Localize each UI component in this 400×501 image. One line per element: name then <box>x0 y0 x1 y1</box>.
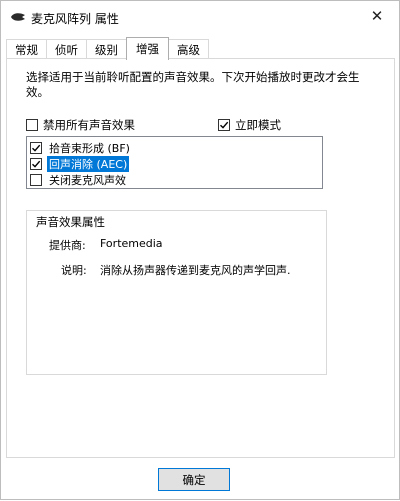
group-title: 声音效果属性 <box>36 215 105 229</box>
provider-label: 提供商: <box>49 239 86 252</box>
effect-label: 拾音束形成 (BF) <box>49 141 130 155</box>
checkbox-checked-icon[interactable] <box>30 157 42 170</box>
tab-advanced[interactable]: 高级 <box>168 39 209 59</box>
effect-label: 回声消除 (AEC) <box>47 155 130 172</box>
disable-all-checkbox[interactable]: 禁用所有声音效果 <box>26 117 135 133</box>
tab-general[interactable]: 常规 <box>6 39 47 59</box>
tab-levels[interactable]: 级别 <box>86 39 127 59</box>
checkbox-checked-icon <box>218 119 230 131</box>
effect-item-beamforming[interactable]: 拾音束形成 (BF) <box>30 140 132 155</box>
window-title: 麦克风阵列 属性 <box>31 12 119 26</box>
microphone-app-icon <box>11 13 25 21</box>
dialog-buttons: 确定 <box>1 463 400 501</box>
provider-value: Fortemedia <box>100 237 163 250</box>
immediate-mode-label: 立即模式 <box>235 118 281 132</box>
immediate-mode-checkbox[interactable]: 立即模式 <box>218 117 281 133</box>
ok-button[interactable]: 确定 <box>158 468 230 491</box>
effects-list: 拾音束形成 (BF) 回声消除 (AEC) 关闭麦克风声效 <box>26 136 323 189</box>
properties-window: 麦克风阵列 属性 ✕ 常规 侦听 级别 增强 高级 选择适用于当前聆听配置的声音… <box>0 0 400 500</box>
effect-label: 关闭麦克风声效 <box>49 173 126 187</box>
enhancements-panel: 选择适用于当前聆听配置的声音效果。下次开始播放时更改才会生效。 禁用所有声音效果… <box>6 58 395 458</box>
disable-all-label: 禁用所有声音效果 <box>43 118 135 132</box>
checkbox-unchecked-icon[interactable] <box>30 173 42 186</box>
effect-item-mic-effects-off[interactable]: 关闭麦克风声效 <box>30 172 128 187</box>
description-text: 选择适用于当前聆听配置的声音效果。下次开始播放时更改才会生效。 <box>26 70 360 99</box>
checkbox-checked-icon[interactable] <box>30 141 42 154</box>
checkbox-unchecked-icon <box>26 119 38 131</box>
tab-listen[interactable]: 侦听 <box>46 39 87 59</box>
description-label: 说明: <box>61 264 87 277</box>
tab-bar: 常规 侦听 级别 增强 高级 <box>6 37 209 60</box>
description-value: 消除从扬声器传递到麦克风的声学回声. <box>100 264 291 277</box>
close-icon: ✕ <box>370 7 384 25</box>
tab-enhancements[interactable]: 增强 <box>126 37 169 60</box>
effect-item-echo-cancellation[interactable]: 回声消除 (AEC) <box>30 155 130 172</box>
title-bar[interactable]: 麦克风阵列 属性 ✕ <box>1 1 399 33</box>
close-button[interactable]: ✕ <box>355 1 399 31</box>
effect-properties-group: 声音效果属性 提供商: Fortemedia 说明: 消除从扬声器传递到麦克风的… <box>26 210 327 375</box>
